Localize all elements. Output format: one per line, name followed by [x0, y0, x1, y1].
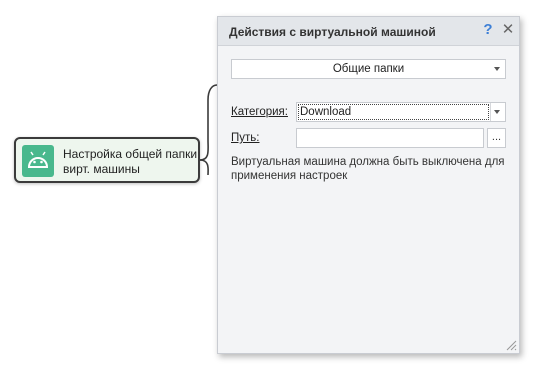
android-icon [22, 145, 54, 177]
chevron-down-icon [494, 110, 500, 114]
chevron-down-icon [494, 67, 500, 71]
node-label: Настройка общей папки вирт. машины [63, 147, 198, 176]
action-node[interactable]: Настройка общей папки вирт. машины [14, 137, 200, 183]
path-input[interactable] [296, 128, 484, 148]
category-label: Категория: [231, 106, 288, 118]
category-select-value: Download [300, 106, 352, 118]
help-icon[interactable]: ? [481, 21, 495, 39]
path-label: Путь: [231, 132, 260, 144]
browse-button[interactable]: ... [487, 128, 506, 148]
vm-actions-dialog: Действия с виртуальной машиной ? ✕ Общие… [217, 16, 520, 354]
dialog-titlebar[interactable]: Действия с виртуальной машиной ? ✕ [218, 17, 519, 46]
info-note: Виртуальная машина должна быть выключена… [231, 156, 505, 182]
close-icon[interactable]: ✕ [501, 21, 515, 39]
dialog-title: Действия с виртуальной машиной [229, 25, 436, 39]
resize-grip-icon[interactable] [505, 339, 517, 351]
dropdown-separator [490, 103, 491, 121]
section-select[interactable]: Общие папки [231, 59, 506, 79]
category-select[interactable]: Download [296, 102, 506, 122]
section-select-value: Общие папки [332, 63, 405, 75]
